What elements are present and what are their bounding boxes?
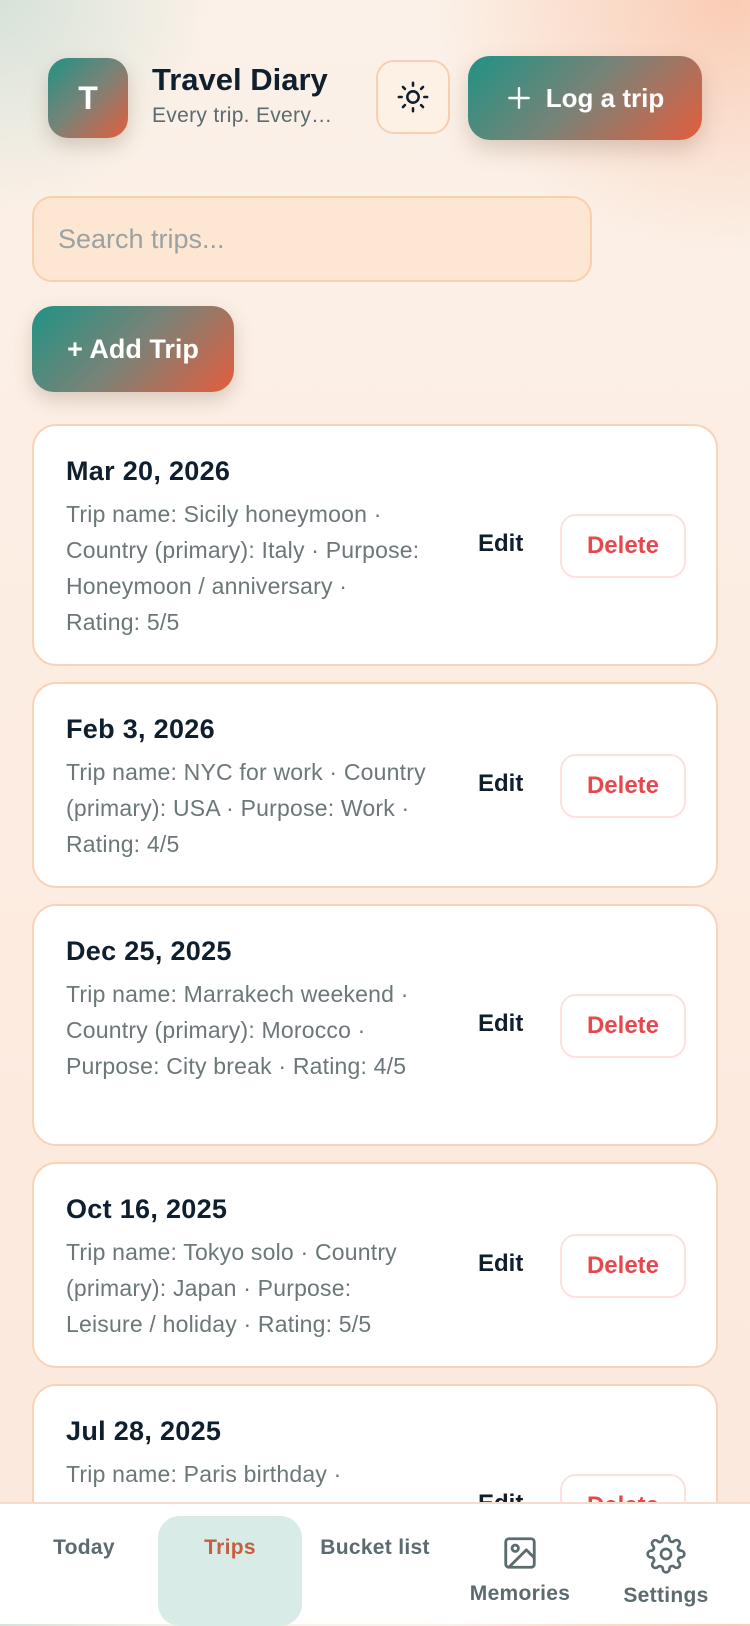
trip-date: Jul 28, 2025 (66, 1416, 222, 1446)
delete-button[interactable]: Delete (560, 754, 686, 818)
nav-memories[interactable]: Memories (452, 1504, 588, 1626)
edit-button[interactable]: Edit (478, 1250, 523, 1278)
theme-toggle-button[interactable] (376, 60, 450, 134)
trip-date: Oct 16, 2025 (66, 1194, 228, 1224)
trip-date: Mar 20, 2026 (66, 456, 231, 486)
edit-button[interactable]: Edit (478, 530, 523, 558)
trip-date: Dec 25, 2025 (66, 936, 232, 966)
search-input[interactable] (32, 196, 592, 282)
trip-date: Feb 3, 2026 (66, 714, 215, 744)
nav-trips[interactable]: Trips (158, 1516, 302, 1626)
bottom-nav: Today Trips Bucket list Memories Setting… (0, 1502, 750, 1626)
trip-card: Feb 3, 2026 Trip name: NYC for work · Co… (32, 682, 718, 888)
trip-card: Oct 16, 2025 Trip name: Tokyo solo · Cou… (32, 1162, 718, 1368)
trip-card: Dec 25, 2025 Trip name: Marrakech weeken… (32, 904, 718, 1146)
app-header: T Travel Diary Every trip. Every… Log a … (0, 0, 750, 200)
delete-button[interactable]: Delete (560, 1234, 686, 1298)
nav-today[interactable]: Today (24, 1504, 144, 1626)
app-subtitle: Every trip. Every… (152, 104, 333, 127)
nav-trips-label: Trips (204, 1536, 256, 1559)
edit-button[interactable]: Edit (478, 770, 523, 798)
add-trip-button[interactable]: + Add Trip (32, 306, 234, 392)
logo-letter: T (78, 79, 98, 116)
app-logo: T (48, 58, 128, 138)
delete-button[interactable]: Delete (560, 514, 686, 578)
nav-settings-label: Settings (623, 1584, 709, 1607)
image-icon (504, 1537, 536, 1569)
trip-details: Trip name: Tokyo solo · Country (primary… (66, 1239, 397, 1337)
log-trip-label: Log a trip (545, 82, 665, 113)
app-title: Travel Diary (152, 62, 328, 97)
gear-icon (646, 1534, 686, 1574)
plus-icon (507, 87, 530, 109)
nav-bucket-label: Bucket list (320, 1536, 430, 1559)
nav-settings[interactable]: Settings (604, 1504, 728, 1626)
nav-bucket-list[interactable]: Bucket list (304, 1504, 446, 1626)
nav-today-label: Today (53, 1536, 115, 1559)
trip-details: Trip name: Marrakech weekend · Country (… (66, 981, 409, 1079)
sun-icon (397, 81, 429, 113)
delete-button[interactable]: Delete (560, 994, 686, 1058)
trip-details: Trip name: Sicily honeymoon · Country (p… (66, 501, 420, 635)
log-trip-button[interactable]: Log a trip (468, 56, 702, 140)
edit-button[interactable]: Edit (478, 1010, 523, 1038)
trip-details: Trip name: Paris birthday · (66, 1461, 342, 1487)
nav-memories-label: Memories (469, 1582, 571, 1605)
trip-card: Mar 20, 2026 Trip name: Sicily honeymoon… (32, 424, 718, 666)
trip-details: Trip name: NYC for work · Country (prima… (66, 759, 426, 857)
